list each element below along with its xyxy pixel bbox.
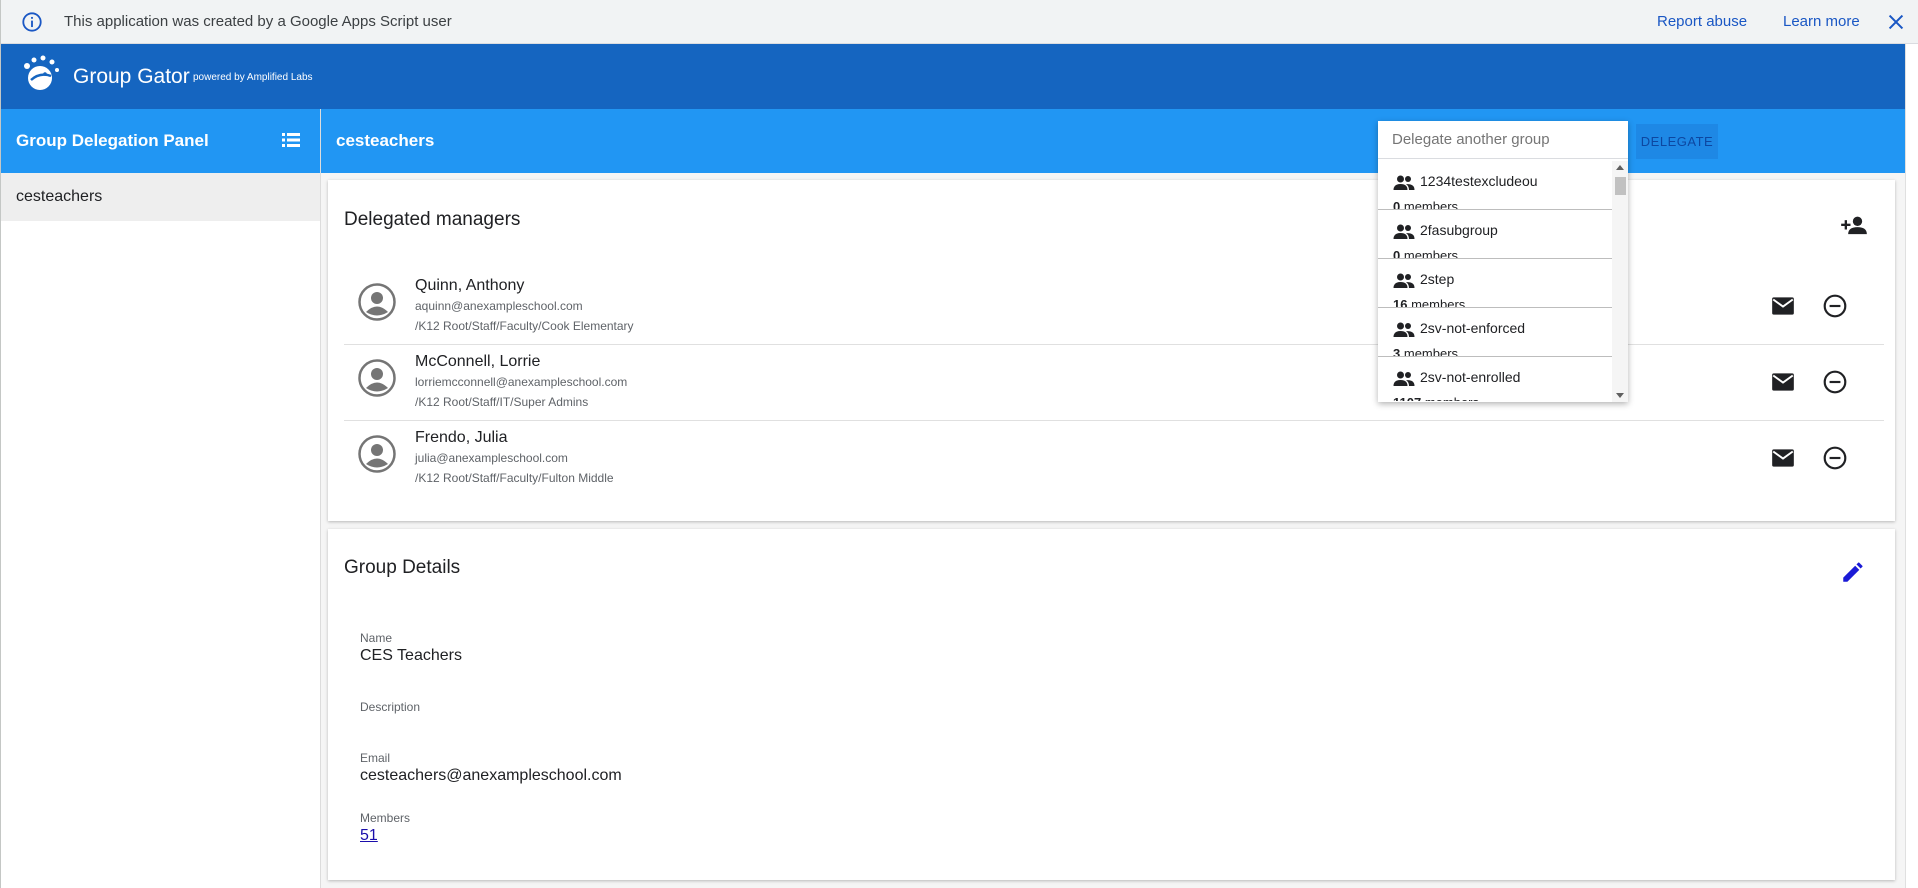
group-name: 1234testexcludeou	[1420, 173, 1538, 189]
manager-row: McConnell, Lorrie lorriemcconnell@anexam…	[344, 345, 1884, 421]
manager-org-unit: /K12 Root/Staff/IT/Super Admins	[415, 395, 589, 409]
dropdown-scrollbar[interactable]	[1612, 161, 1628, 402]
group-member-count: 0 members	[1393, 248, 1459, 259]
manager-name: Frendo, Julia	[415, 429, 508, 446]
email-label: Email	[360, 751, 391, 765]
account-circle-icon	[358, 435, 396, 473]
close-icon[interactable]	[1885, 11, 1907, 33]
powered-by: powered by Amplified Labs	[193, 72, 313, 83]
list-item[interactable]: 2step 16 members	[1378, 259, 1612, 308]
manager-row: Quinn, Anthony aquinn@anexampleschool.co…	[344, 269, 1884, 345]
page-scrollbar[interactable]	[1905, 44, 1918, 888]
group-member-count: 0 members	[1393, 199, 1459, 210]
account-circle-icon	[358, 359, 396, 397]
mail-icon[interactable]	[1770, 445, 1796, 471]
group-icon	[1393, 175, 1415, 190]
group-toolbar: cesteachers DELEGATE	[321, 109, 1905, 173]
group-name: 2fasubgroup	[1420, 222, 1498, 238]
delegate-group-search-input[interactable]	[1378, 121, 1628, 159]
email-value: cesteachers@anexampleschool.com	[360, 767, 622, 784]
manager-name: McConnell, Lorrie	[415, 353, 541, 370]
delegated-managers-title: Delegated managers	[344, 209, 521, 230]
delegated-managers-card: Delegated managers Quinn, Anthony aquinn…	[328, 180, 1895, 521]
scrollbar-thumb[interactable]	[1615, 177, 1626, 195]
manager-row: Frendo, Julia julia@anexampleschool.com …	[344, 421, 1884, 497]
remove-circle-icon[interactable]	[1822, 445, 1848, 471]
list-icon[interactable]	[281, 130, 301, 150]
manager-org-unit: /K12 Root/Staff/Faculty/Cook Elementary	[415, 319, 634, 333]
list-item[interactable]: 2sv-not-enrolled 1107 members	[1378, 357, 1612, 401]
gator-logo	[24, 55, 59, 90]
app-header: Group Gator powered by Amplified Labs	[1, 44, 1905, 109]
group-search-dropdown: 1234testexcludeou 0 members 2fasubgroup …	[1378, 121, 1628, 402]
manager-email: lorriemcconnell@anexampleschool.com	[415, 375, 628, 389]
info-icon	[22, 12, 42, 32]
group-name: 2sv-not-enrolled	[1420, 369, 1521, 385]
sidebar-item-label: cesteachers	[16, 188, 103, 205]
sidebar-item-cesteachers[interactable]: cesteachers	[1, 173, 320, 221]
sidebar-title: Group Delegation Panel	[16, 131, 209, 150]
mail-icon[interactable]	[1770, 293, 1796, 319]
list-item[interactable]: 1234testexcludeou 0 members	[1378, 161, 1612, 210]
manager-name: Quinn, Anthony	[415, 277, 525, 294]
group-title: cesteachers	[336, 131, 435, 150]
learn-more-link[interactable]: Learn more	[1783, 13, 1860, 30]
group-name: 2step	[1420, 271, 1455, 287]
group-details-title: Group Details	[344, 557, 461, 578]
name-label: Name	[360, 631, 393, 645]
group-icon	[1393, 322, 1415, 337]
group-icon	[1393, 371, 1415, 386]
group-member-count: 16 members	[1393, 297, 1466, 308]
app-title: Group Gator	[73, 65, 190, 88]
group-name: 2sv-not-enforced	[1420, 320, 1526, 336]
members-count-link[interactable]: 51	[360, 827, 378, 845]
person-add-icon[interactable]	[1840, 212, 1868, 240]
edit-icon[interactable]	[1840, 559, 1866, 585]
group-icon	[1393, 224, 1415, 239]
scroll-up-icon[interactable]	[1616, 165, 1624, 170]
scroll-down-icon[interactable]	[1616, 393, 1624, 398]
name-value: CES Teachers	[360, 647, 462, 664]
group-member-count: 3 members	[1393, 346, 1459, 357]
account-circle-icon	[358, 283, 396, 321]
group-icon	[1393, 273, 1415, 288]
banner-message: This application was created by a Google…	[64, 13, 452, 30]
manager-email: aquinn@anexampleschool.com	[415, 299, 583, 313]
list-item[interactable]: 2fasubgroup 0 members	[1378, 210, 1612, 259]
report-abuse-link[interactable]: Report abuse	[1657, 13, 1747, 30]
apps-script-banner: This application was created by a Google…	[1, 0, 1918, 44]
sidebar-header: Group Delegation Panel	[1, 109, 320, 173]
sidebar: Group Delegation Panel cesteachers	[1, 109, 321, 888]
remove-circle-icon[interactable]	[1822, 369, 1848, 395]
mail-icon[interactable]	[1770, 369, 1796, 395]
manager-org-unit: /K12 Root/Staff/Faculty/Fulton Middle	[415, 471, 614, 485]
remove-circle-icon[interactable]	[1822, 293, 1848, 319]
group-results-list: 1234testexcludeou 0 members 2fasubgroup …	[1378, 161, 1612, 401]
members-label: Members	[360, 811, 411, 825]
group-member-count: 1107 members	[1393, 395, 1479, 401]
delegate-button[interactable]: DELEGATE	[1636, 124, 1718, 159]
group-details-card: Group Details Name CES Teachers Descript…	[328, 529, 1895, 880]
list-item[interactable]: 2sv-not-enforced 3 members	[1378, 308, 1612, 357]
description-label: Description	[360, 700, 421, 714]
manager-email: julia@anexampleschool.com	[415, 451, 568, 465]
